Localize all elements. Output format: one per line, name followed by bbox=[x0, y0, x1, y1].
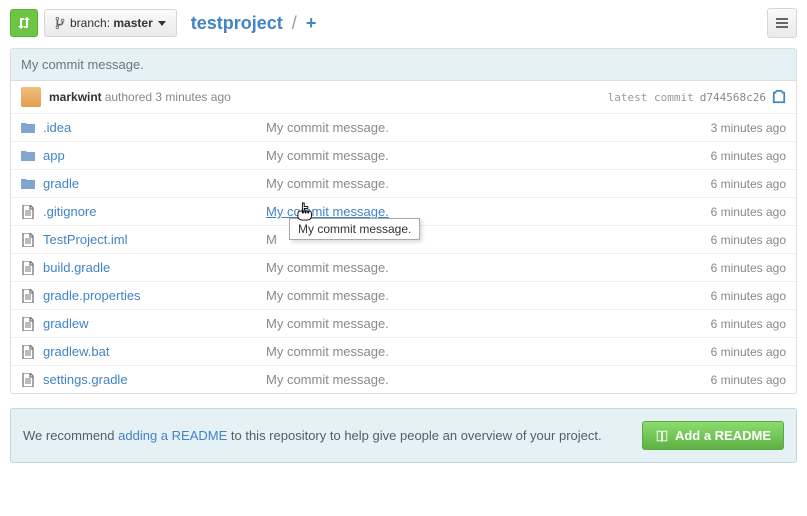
commit-time: 6 minutes ago bbox=[711, 177, 786, 191]
commit-message[interactable]: My commit message. bbox=[266, 260, 711, 275]
folder-icon bbox=[21, 121, 35, 135]
table-row: settings.gradle My commit message.6 minut… bbox=[11, 366, 796, 393]
commit-message[interactable]: My commit message. bbox=[266, 372, 711, 387]
commit-action: authored 3 minutes ago bbox=[105, 90, 231, 104]
table-row: gradle My commit message.6 minutes ago bbox=[11, 170, 796, 198]
commit-time: 6 minutes ago bbox=[711, 205, 786, 219]
file-icon bbox=[21, 373, 35, 387]
repo-link[interactable]: testproject bbox=[191, 13, 283, 33]
commit-time: 6 minutes ago bbox=[711, 261, 786, 275]
commit-message[interactable]: My commit message. bbox=[266, 148, 711, 163]
commit-meta: markwint authored 3 minutes ago latest c… bbox=[11, 81, 796, 114]
commit-time: 6 minutes ago bbox=[711, 233, 786, 247]
commit-message[interactable]: My commit message. bbox=[266, 120, 711, 135]
commit-message[interactable]: My commit message. bbox=[266, 344, 711, 359]
file-icon bbox=[21, 289, 35, 303]
file-icon bbox=[21, 317, 35, 331]
logo bbox=[10, 9, 38, 37]
commit-time: 3 minutes ago bbox=[711, 121, 786, 135]
branch-icon bbox=[55, 16, 65, 30]
folder-icon bbox=[21, 177, 35, 191]
file-link[interactable]: settings.gradle bbox=[43, 372, 128, 387]
breadcrumb-separator: / bbox=[292, 13, 297, 33]
table-row: gradlew My commit message.6 minutes ago bbox=[11, 310, 796, 338]
latest-commit-label: latest commit bbox=[608, 91, 694, 104]
table-row: .idea My commit message.3 minutes ago bbox=[11, 114, 796, 142]
list-icon bbox=[776, 17, 788, 29]
adding-readme-link[interactable]: adding a README bbox=[118, 428, 227, 443]
file-link[interactable]: TestProject.iml bbox=[43, 232, 128, 247]
branch-label: branch: master bbox=[70, 16, 153, 30]
chevron-down-icon bbox=[158, 21, 166, 26]
cursor-icon bbox=[297, 202, 315, 222]
file-icon bbox=[21, 205, 35, 219]
file-link[interactable]: gradle bbox=[43, 176, 79, 191]
commit-sha[interactable]: d744568c26 bbox=[700, 91, 766, 104]
outline-toggle-button[interactable] bbox=[767, 8, 797, 38]
file-link[interactable]: build.gradle bbox=[43, 260, 110, 275]
commit-message[interactable]: My commit message. bbox=[266, 176, 711, 191]
file-panel: My commit message. markwint authored 3 m… bbox=[10, 48, 797, 394]
add-readme-button[interactable]: Add a README bbox=[642, 421, 784, 450]
commit-message[interactable]: My commit message. bbox=[266, 316, 711, 331]
branch-selector[interactable]: branch: master bbox=[44, 9, 177, 37]
file-icon bbox=[21, 233, 35, 247]
commit-message[interactable]: My commit message. bbox=[266, 288, 711, 303]
folder-icon bbox=[21, 149, 35, 163]
book-icon bbox=[655, 429, 669, 443]
file-link[interactable]: .idea bbox=[43, 120, 71, 135]
clipboard-icon[interactable] bbox=[772, 90, 786, 104]
new-file-button[interactable]: + bbox=[306, 13, 317, 33]
file-link[interactable]: gradlew bbox=[43, 316, 89, 331]
table-row: .gitignore My commit message.6 minutes ag… bbox=[11, 198, 796, 226]
table-row: app My commit message.6 minutes ago bbox=[11, 142, 796, 170]
breadcrumb: testproject / + bbox=[191, 13, 317, 34]
commit-time: 6 minutes ago bbox=[711, 373, 786, 387]
topbar: branch: master testproject / + bbox=[10, 8, 797, 38]
file-link[interactable]: gradle.properties bbox=[43, 288, 141, 303]
table-row: gradlew.bat My commit message.6 minutes a… bbox=[11, 338, 796, 366]
banner-text: We recommend adding a README to this rep… bbox=[23, 428, 602, 443]
file-icon bbox=[21, 345, 35, 359]
avatar bbox=[21, 87, 41, 107]
readme-banner: We recommend adding a README to this rep… bbox=[10, 408, 797, 463]
commit-time: 6 minutes ago bbox=[711, 289, 786, 303]
file-link[interactable]: app bbox=[43, 148, 65, 163]
commit-time: 6 minutes ago bbox=[711, 345, 786, 359]
table-row: build.gradle My commit message.6 minutes … bbox=[11, 254, 796, 282]
file-link[interactable]: .gitignore bbox=[43, 204, 96, 219]
latest-commit-message: My commit message. bbox=[11, 49, 796, 81]
commit-time: 6 minutes ago bbox=[711, 149, 786, 163]
compare-icon bbox=[16, 15, 32, 31]
table-row: gradle.properties My commit message.6 min… bbox=[11, 282, 796, 310]
commit-author[interactable]: markwint bbox=[49, 90, 102, 104]
commit-time: 6 minutes ago bbox=[711, 317, 786, 331]
file-icon bbox=[21, 261, 35, 275]
commit-message[interactable]: My commit message. bbox=[266, 204, 711, 219]
file-link[interactable]: gradlew.bat bbox=[43, 344, 110, 359]
